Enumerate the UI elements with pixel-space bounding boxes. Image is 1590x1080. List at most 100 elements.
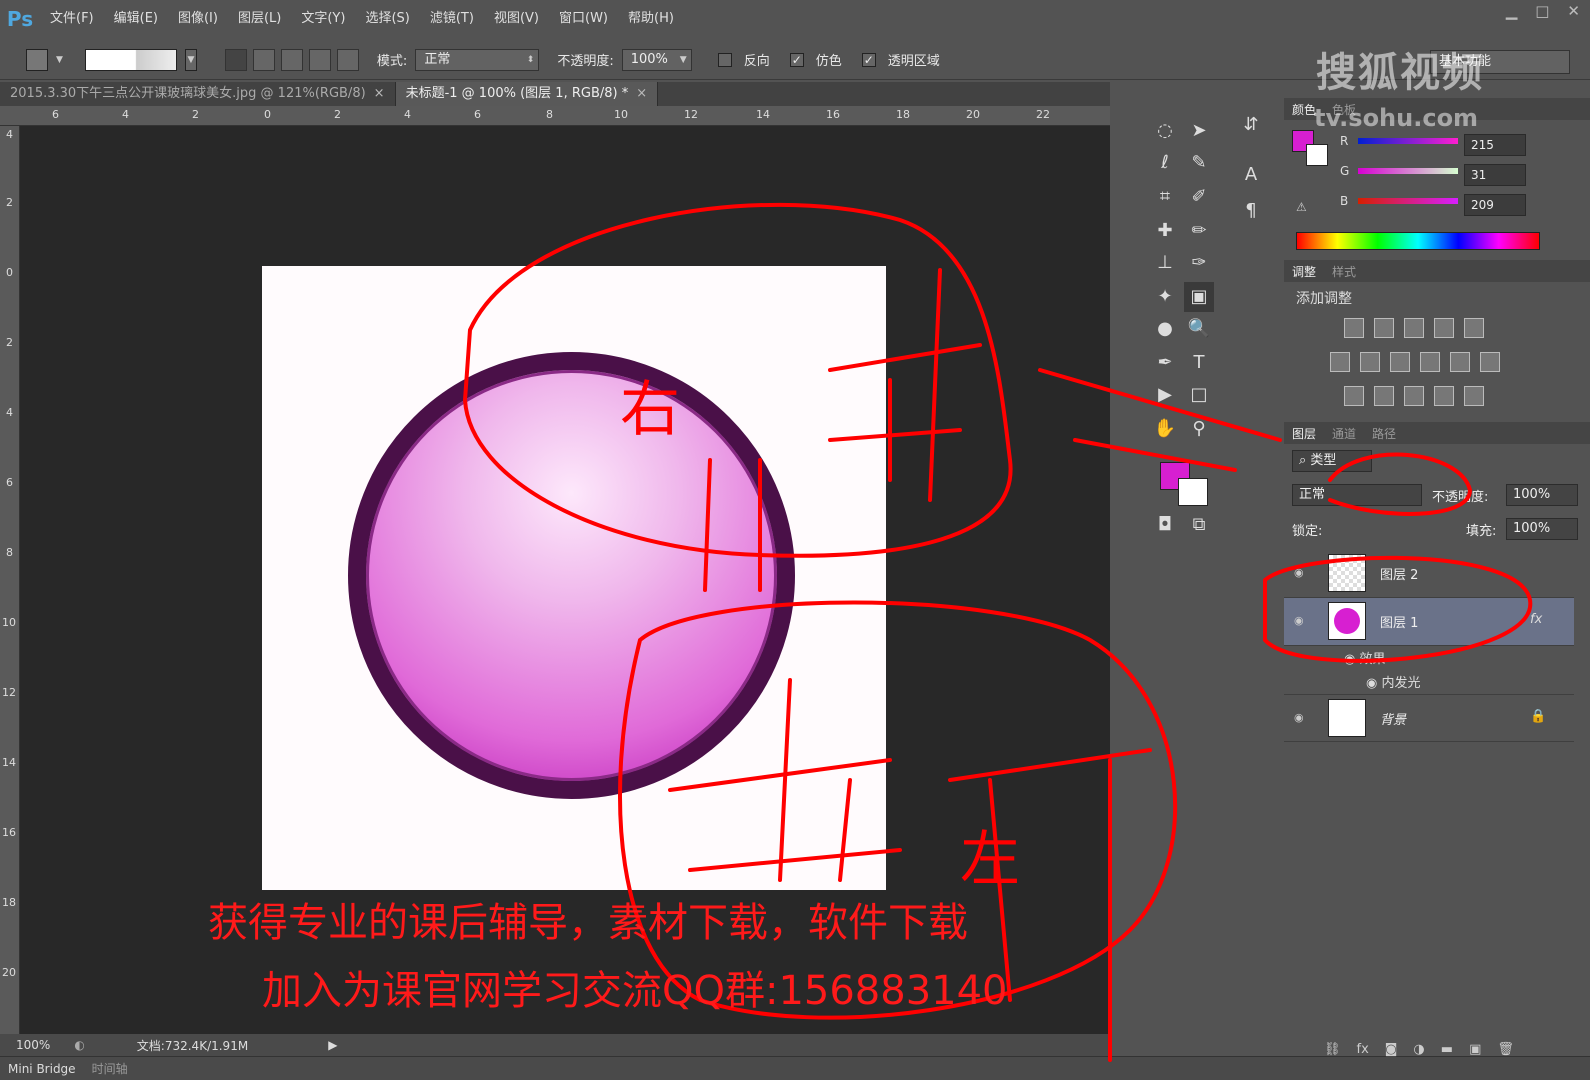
gradient-tool-icon[interactable]: ▣	[1184, 282, 1214, 312]
dodge-tool-icon[interactable]: 🔍	[1184, 314, 1214, 344]
tab-timeline[interactable]: 时间轴	[84, 1058, 136, 1080]
fill-input[interactable]: 100%	[1506, 518, 1578, 540]
mask-icon[interactable]: ◙	[1385, 1042, 1398, 1057]
mode-select[interactable]: 正常 ⬍	[415, 48, 540, 71]
layer-name[interactable]: 背景	[1380, 709, 1406, 728]
stamp-tool-icon[interactable]: ⊥	[1150, 248, 1180, 278]
gradient-preview[interactable]	[84, 48, 177, 71]
character-panel-icon[interactable]: A	[1236, 160, 1266, 190]
dither-checkbox[interactable]: ✓	[789, 52, 804, 67]
gradient-picker-chevron-icon[interactable]: ▼	[184, 48, 197, 71]
tab-adjustments[interactable]: 调整	[1284, 263, 1324, 280]
channel-g-value[interactable]: 31	[1464, 164, 1526, 186]
new-layer-icon[interactable]: ▣	[1469, 1042, 1481, 1057]
eyedropper-tool-icon[interactable]: ✐	[1184, 182, 1214, 212]
selective-color-icon[interactable]	[1434, 386, 1454, 406]
menu-layer[interactable]: 图层(L)	[228, 0, 291, 38]
inner-glow-row[interactable]: ◉ 内发光	[1366, 672, 1421, 696]
threshold-icon[interactable]	[1404, 386, 1424, 406]
eye-icon[interactable]: ◉	[1366, 676, 1381, 691]
menu-type[interactable]: 文字(Y)	[291, 0, 355, 38]
link-icon[interactable]: ⛓	[1324, 1042, 1341, 1057]
zoom-level[interactable]: 100%	[16, 1038, 50, 1052]
maximize-icon[interactable]: □	[1535, 2, 1549, 20]
angle-gradient-icon[interactable]	[280, 48, 303, 71]
doc-tab-1[interactable]: 2015.3.30下午三点公开课玻璃球美女.jpg @ 121%(RGB/8) ×	[0, 82, 396, 106]
diamond-gradient-icon[interactable]	[336, 48, 359, 71]
menu-filter[interactable]: 滤镜(T)	[420, 0, 484, 38]
rectangle-tool-icon[interactable]: □	[1184, 380, 1214, 410]
menu-file[interactable]: 文件(F)	[40, 0, 104, 38]
channel-g-slider[interactable]	[1358, 168, 1458, 174]
hand-tool-icon[interactable]: ✋	[1150, 414, 1180, 444]
share-icon[interactable]: ◐	[74, 1038, 84, 1052]
history-panel-icon[interactable]: ⇵	[1236, 110, 1266, 140]
channel-b-slider[interactable]	[1358, 198, 1458, 204]
photo-filter-icon[interactable]	[1420, 352, 1440, 372]
move-tool-icon[interactable]: ➤	[1184, 116, 1214, 146]
lasso-tool-icon[interactable]: ℓ	[1150, 148, 1180, 178]
menu-edit[interactable]: 编辑(E)	[104, 0, 168, 38]
channel-mixer-icon[interactable]	[1450, 352, 1470, 372]
layer-opacity-input[interactable]: 100%	[1506, 484, 1578, 506]
layer-name[interactable]: 图层 1	[1380, 612, 1418, 631]
opacity-input[interactable]: 100% ▼	[621, 48, 692, 71]
trash-icon[interactable]: 🗑	[1497, 1042, 1514, 1057]
healing-brush-icon[interactable]: ✚	[1150, 216, 1180, 246]
transparency-checkbox[interactable]: ✓	[861, 52, 876, 67]
layer-name[interactable]: 图层 2	[1380, 564, 1418, 583]
menu-view[interactable]: 视图(V)	[484, 0, 549, 38]
color-balance-icon[interactable]	[1360, 352, 1380, 372]
tab-paths[interactable]: 路径	[1364, 425, 1404, 442]
eye-icon[interactable]: ◉	[1344, 652, 1359, 667]
gradient-map-icon[interactable]	[1464, 386, 1484, 406]
fx-button-icon[interactable]: fx	[1357, 1042, 1369, 1057]
fx-icon[interactable]: fx	[1530, 612, 1542, 627]
background-color-swatch[interactable]	[1178, 478, 1208, 506]
color-lookup-icon[interactable]	[1480, 352, 1500, 372]
layer-row-background[interactable]: ◉ 背景 🔒	[1284, 694, 1574, 742]
path-select-icon[interactable]: ▶	[1150, 380, 1180, 410]
channel-r-value[interactable]: 215	[1464, 134, 1526, 156]
quick-mask-icon[interactable]: ◘	[1150, 510, 1180, 540]
menu-help[interactable]: 帮助(H)	[618, 0, 684, 38]
pen-tool-icon[interactable]: ✒	[1150, 348, 1180, 378]
close-icon[interactable]: ×	[636, 86, 647, 101]
brush-tool-icon[interactable]: ✏	[1184, 216, 1214, 246]
zoom-tool-icon[interactable]: ⚲	[1184, 414, 1214, 444]
eye-icon[interactable]: ◉	[1294, 566, 1308, 579]
radial-gradient-icon[interactable]	[252, 48, 275, 71]
eraser-tool-icon[interactable]: ✦	[1150, 282, 1180, 312]
invert-icon[interactable]	[1344, 386, 1364, 406]
layer-row-layer2[interactable]: ◉ 图层 2	[1284, 550, 1574, 598]
layer-filter-select[interactable]: ⌕ 类型	[1292, 450, 1372, 472]
close-icon[interactable]: ✕	[1567, 2, 1580, 20]
tab-mini-bridge[interactable]: Mini Bridge	[0, 1058, 84, 1080]
brightness-icon[interactable]	[1344, 318, 1364, 338]
tab-styles[interactable]: 样式	[1324, 263, 1364, 280]
screen-mode-icon[interactable]: ⧉	[1184, 510, 1214, 540]
channel-b-value[interactable]: 209	[1464, 194, 1526, 216]
linear-gradient-icon[interactable]	[224, 48, 247, 71]
exposure-icon[interactable]	[1434, 318, 1454, 338]
black-white-icon[interactable]	[1390, 352, 1410, 372]
tab-layers[interactable]: 图层	[1284, 425, 1324, 442]
doc-tab-2[interactable]: 未标题-1 @ 100% (图层 1, RGB/8) * ×	[395, 82, 659, 106]
close-icon[interactable]: ×	[374, 86, 385, 101]
layer-row-layer1[interactable]: ◉ 图层 1 fx	[1284, 598, 1574, 646]
gradient-tool-preset-icon[interactable]	[26, 48, 48, 71]
chevron-down-icon[interactable]: ▼	[680, 50, 687, 70]
crop-tool-icon[interactable]: ⌗	[1150, 182, 1180, 212]
folder-icon[interactable]: ▬	[1441, 1042, 1453, 1057]
quick-select-tool-icon[interactable]: ✎	[1184, 148, 1214, 178]
reverse-checkbox[interactable]	[717, 52, 732, 67]
blur-tool-icon[interactable]: ●	[1150, 314, 1180, 344]
channel-r-slider[interactable]	[1358, 138, 1458, 144]
reflected-gradient-icon[interactable]	[308, 48, 331, 71]
menu-image[interactable]: 图像(I)	[168, 0, 228, 38]
menu-select[interactable]: 选择(S)	[355, 0, 419, 38]
play-arrow-icon[interactable]: ▶	[328, 1038, 337, 1052]
chevron-down-icon[interactable]: ▼	[56, 55, 63, 65]
type-tool-icon[interactable]: T	[1184, 348, 1214, 378]
minimize-icon[interactable]: ▁	[1506, 2, 1518, 20]
